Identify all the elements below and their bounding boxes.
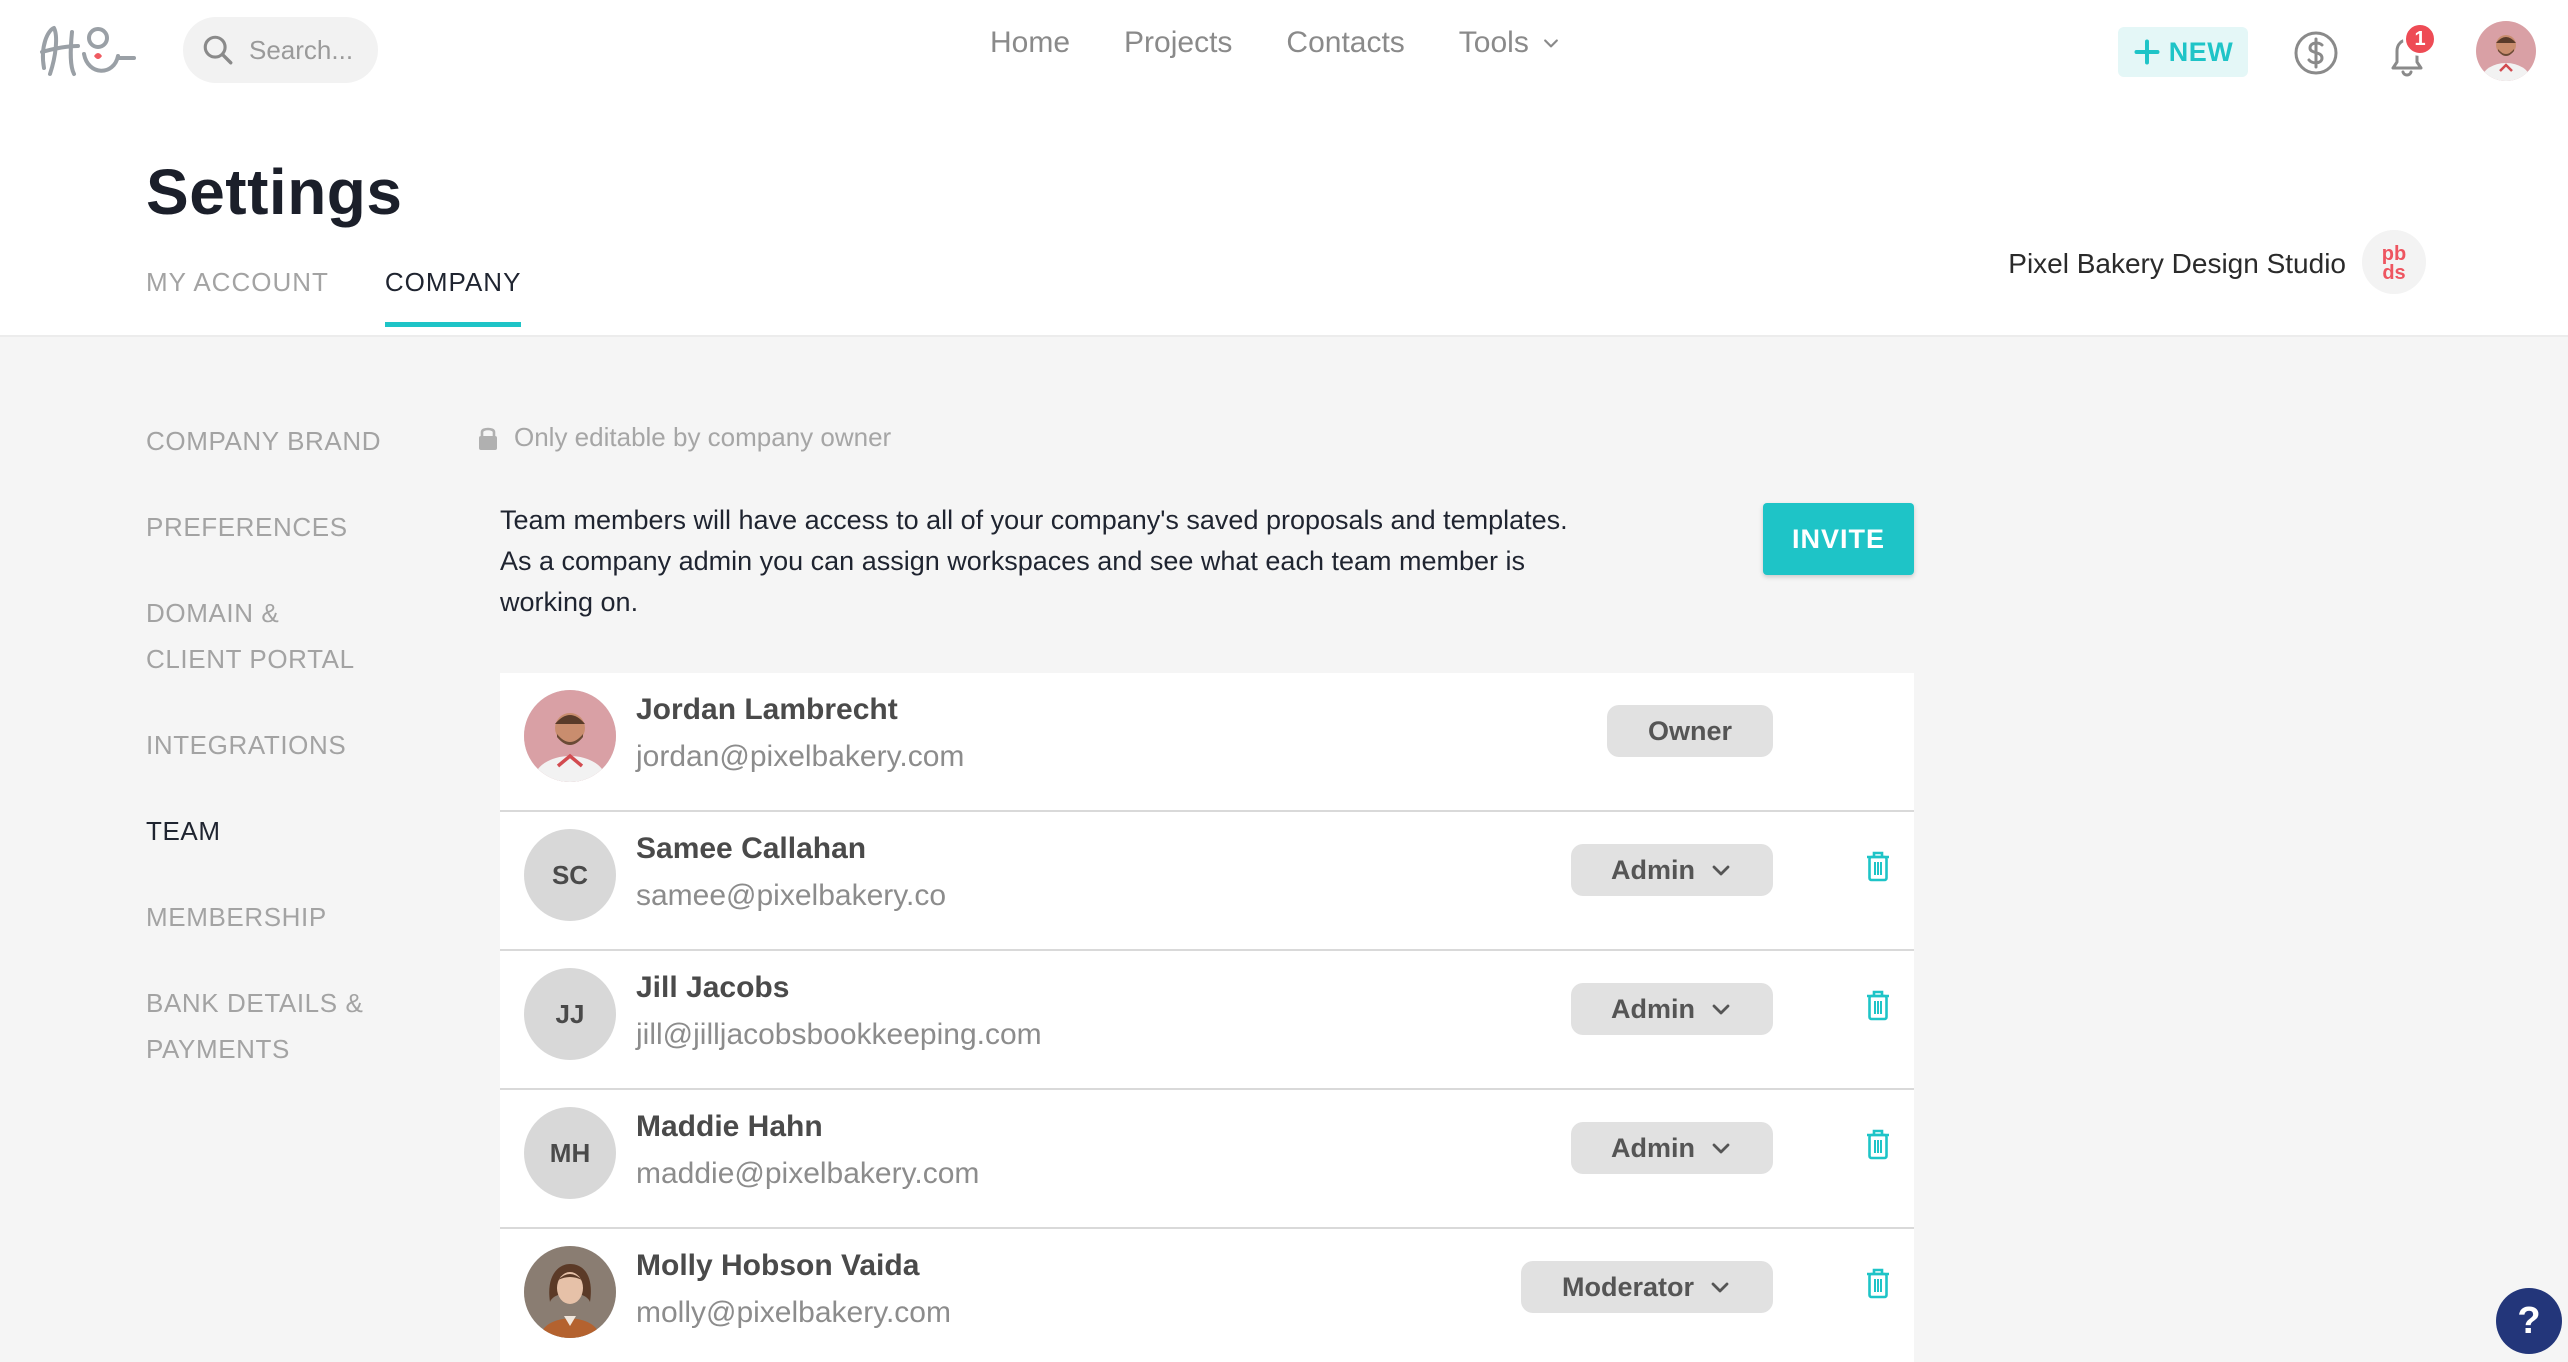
member-row: Jordan Lambrecht jordan@pixelbakery.com … [500,673,1914,812]
member-name: Maddie Hahn [636,1110,823,1143]
role-label: Owner [1647,715,1733,746]
role-dropdown[interactable]: Admin [1571,844,1773,896]
settings-header: Settings MY ACCOUNT COMPANY Pixel Bakery… [0,105,2568,337]
side-item-bank-details-payments[interactable]: BANK DETAILS & PAYMENTS [146,980,436,1072]
role-label: Admin [1611,854,1695,885]
chevron-down-icon [1712,865,1730,876]
side-item-company-brand[interactable]: COMPANY BRAND [146,418,436,464]
member-name: Samee Callahan [636,832,867,865]
new-button-label: NEW [2168,36,2234,67]
member-email: maddie@pixelbakery.com [636,1157,980,1190]
help-button[interactable]: ? [2496,1288,2562,1354]
nav-contacts-label: Contacts [1286,26,1405,59]
search-input[interactable] [249,34,369,66]
svg-text:ds: ds [2382,262,2405,284]
invite-button[interactable]: INVITE [1763,503,1914,575]
trash-icon[interactable] [1865,1267,1891,1299]
team-member-list: Jordan Lambrecht jordan@pixelbakery.com … [500,673,1914,1362]
team-description: Team members will have access to all of … [500,505,1568,617]
notifications[interactable]: 1 [2383,22,2439,82]
chevron-down-icon [1543,39,1558,48]
new-button[interactable]: NEW [2118,27,2248,77]
member-row: Molly Hobson Vaida molly@pixelbakery.com… [500,1229,1914,1362]
member-photo [524,690,616,782]
member-avatar: MH [524,1107,616,1199]
side-item-team[interactable]: TEAM [146,808,436,854]
side-item-preferences[interactable]: PREFERENCES [146,504,436,550]
side-item-membership[interactable]: MEMBERSHIP [146,894,436,940]
member-name: Molly Hobson Vaida [636,1249,920,1282]
notification-badge: 1 [2403,22,2437,56]
nav-contacts[interactable]: Contacts [1286,26,1404,60]
main-nav: Home Projects Contacts Tools [990,26,1561,60]
trash-icon[interactable] [1865,850,1891,882]
dollar-icon[interactable] [2292,29,2340,77]
page-title: Settings [146,156,403,228]
app-logo[interactable] [34,16,138,86]
owner-only-note-text: Only editable by company owner [514,422,892,452]
member-email: samee@pixelbakery.co [636,879,947,912]
member-name: Jordan Lambrecht [636,693,898,726]
member-photo [524,1246,616,1338]
role-dropdown[interactable]: Admin [1571,1122,1773,1174]
member-avatar: JJ [524,968,616,1060]
nav-projects[interactable]: Projects [1124,26,1232,60]
tab-company[interactable]: COMPANY [384,267,522,327]
nav-projects-label: Projects [1124,26,1233,59]
member-email: molly@pixelbakery.com [636,1296,951,1329]
member-name: Jill Jacobs [636,971,790,1004]
nav-tools-label: Tools [1458,26,1529,59]
member-email: jordan@pixelbakery.com [636,740,965,773]
role-badge-owner: Owner [1607,705,1773,757]
member-row: JJ Jill Jacobs jill@jilljacobsbookkeepin… [500,951,1914,1090]
settings-side-menu: COMPANY BRAND PREFERENCES DOMAIN & CLIEN… [146,418,436,1112]
company-name: Pixel Bakery Design Studio [2008,248,2346,279]
lock-icon [479,427,497,450]
member-avatar [524,690,616,782]
plus-icon [2134,39,2160,65]
role-dropdown[interactable]: Admin [1571,983,1773,1035]
company-logo: pb ds [2362,230,2426,294]
chevron-down-icon [1711,1282,1729,1293]
member-row: SC Samee Callahan samee@pixelbakery.co A… [500,812,1914,951]
user-avatar-image [2476,21,2536,81]
search-bar[interactable] [183,17,378,83]
member-avatar: SC [524,829,616,921]
role-label: Admin [1611,1132,1695,1163]
trash-icon[interactable] [1865,1128,1891,1160]
nav-home-label: Home [990,26,1071,59]
role-label: Admin [1611,993,1695,1024]
member-email: jill@jilljacobsbookkeeping.com [636,1018,1042,1051]
search-icon [203,35,233,65]
settings-tabs: MY ACCOUNT COMPANY [146,267,522,327]
side-item-integrations[interactable]: INTEGRATIONS [146,722,436,768]
tab-my-account[interactable]: MY ACCOUNT [146,267,329,327]
chevron-down-icon [1712,1143,1730,1154]
trash-icon[interactable] [1865,989,1891,1021]
member-row: MH Maddie Hahn maddie@pixelbakery.com Ad… [500,1090,1914,1229]
nav-home[interactable]: Home [990,26,1070,60]
side-item-domain-client-portal[interactable]: DOMAIN & CLIENT PORTAL [146,590,436,682]
role-label: Moderator [1561,1271,1694,1302]
nav-tools[interactable]: Tools [1459,26,1561,60]
role-dropdown[interactable]: Moderator [1521,1261,1773,1313]
owner-only-note: Only editable by company owner [476,422,891,453]
user-avatar[interactable] [2476,21,2536,81]
top-navigation: Home Projects Contacts Tools NEW 1 [0,0,2568,105]
chevron-down-icon [1712,1004,1730,1015]
member-avatar [524,1246,616,1338]
